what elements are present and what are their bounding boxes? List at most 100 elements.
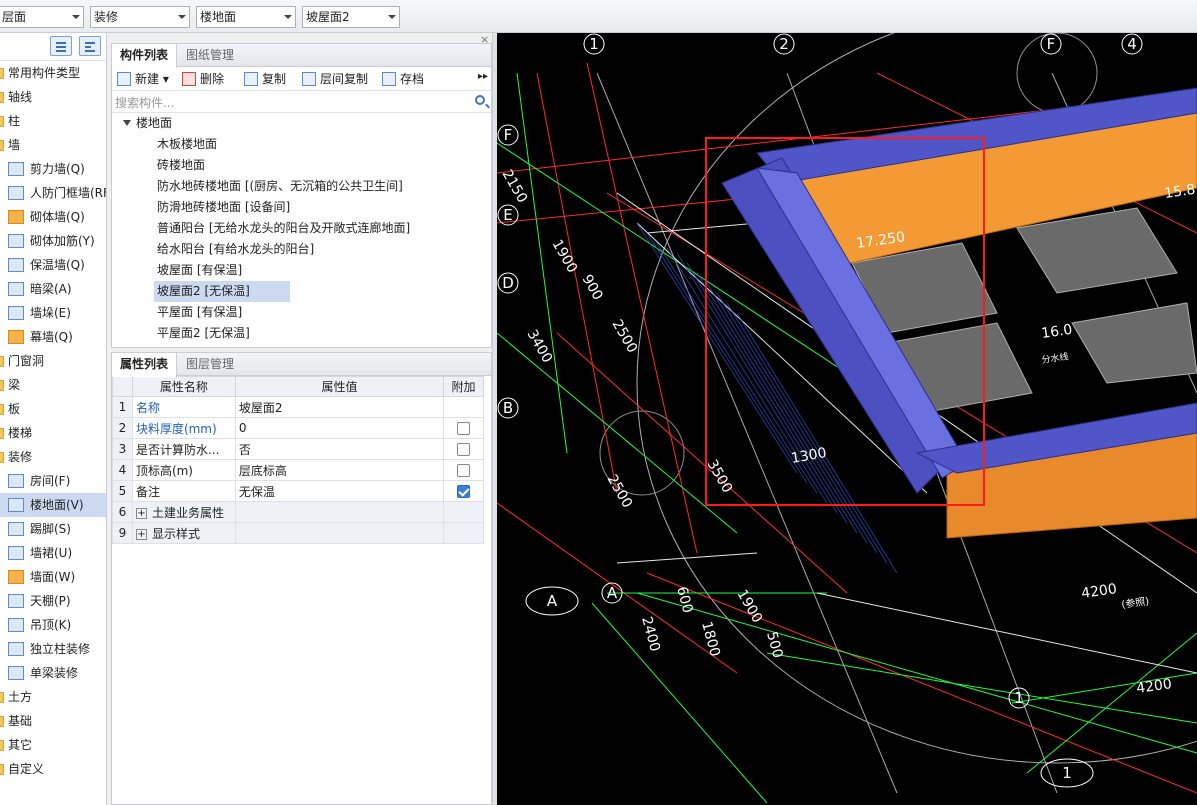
component-item-label: 防滑地砖楼地面 [设备间] (157, 200, 291, 214)
nav-item[interactable]: 楼地面(V) (0, 493, 106, 517)
floor-combo[interactable]: 层面 (0, 6, 84, 28)
new-button[interactable]: 新建 ▾ (117, 70, 169, 88)
nav-item[interactable]: 吊顶(K) (0, 613, 106, 637)
nav-item[interactable]: 保温墙(Q) (0, 253, 106, 277)
search-icon[interactable] (475, 95, 485, 105)
nav-item-label: 墙垛(E) (30, 306, 71, 320)
extra-checkbox[interactable] (457, 422, 471, 435)
component-item[interactable]: 木板楼地面 (112, 134, 491, 155)
archive-button[interactable]: 存档 (382, 70, 424, 88)
floor-copy-button[interactable]: 层间复制 (302, 70, 368, 88)
extra-checkbox[interactable] (457, 443, 471, 456)
nav-item[interactable]: 常用构件类型 (0, 61, 106, 85)
nav-item[interactable]: 暗梁(A) (0, 277, 106, 301)
property-name: + 显示样式 (131, 522, 236, 544)
tab-drawing-management[interactable]: 图纸管理 (178, 44, 242, 67)
nav-item[interactable]: 幕墙(Q) (0, 325, 106, 349)
type-combo-value: 楼地面 (200, 10, 237, 24)
nav-item[interactable]: 轴线 (0, 85, 106, 109)
component-item[interactable]: 坡屋面 [有保温] (112, 260, 491, 281)
property-row[interactable]: 2 块料厚度(mm) 0 (112, 417, 484, 439)
cad-3d-viewport[interactable]: 1 2 F 4 F E D B A A 1 1 2150 1900 900 25… (497, 33, 1197, 805)
property-value[interactable]: 0 (234, 417, 445, 439)
expand-icon[interactable]: + (135, 507, 147, 519)
property-row[interactable]: 1 名称 坡屋面2 (112, 396, 484, 418)
property-value[interactable] (234, 522, 445, 544)
nav-item-label: 房间(F) (30, 474, 71, 488)
nav-item[interactable]: 板 (0, 397, 106, 421)
component-item[interactable]: 平屋面 [有保温] (112, 302, 491, 323)
nav-item[interactable]: 基础 (0, 709, 106, 733)
floor-combo-value: 层面 (2, 10, 27, 24)
tab-property-list[interactable]: 属性列表 (112, 353, 178, 377)
nav-item[interactable]: 踢脚(S) (0, 517, 106, 541)
property-value[interactable] (234, 501, 445, 523)
nav-item[interactable]: 梁 (0, 373, 106, 397)
property-value[interactable]: 坡屋面2 (234, 396, 445, 418)
copy-button[interactable]: 复制 (244, 70, 286, 88)
nav-item[interactable]: 砌体墙(Q) (0, 205, 106, 229)
property-row[interactable]: 4 顶标高(m) 层底标高 (112, 459, 484, 481)
expand-icon[interactable]: + (135, 528, 147, 540)
extra-checkbox[interactable] (457, 464, 471, 477)
cad-canvas[interactable]: 1 2 F 4 F E D B A A 1 1 2150 1900 900 25… (497, 33, 1197, 805)
property-value[interactable]: 否 (234, 438, 445, 460)
component-item[interactable]: 给水阳台 [有给水龙头的阳台] (112, 239, 491, 260)
component-item[interactable]: 普通阳台 [无给水龙头的阳台及开敞式连廊地面] (112, 218, 491, 239)
delete-button[interactable]: 删除 (182, 70, 224, 88)
component-item[interactable]: 防滑地砖楼地面 [设备间] (112, 197, 491, 218)
component-combo[interactable]: 坡屋面2 (302, 6, 400, 28)
nav-item[interactable]: 天棚(P) (0, 589, 106, 613)
extra-checkbox[interactable] (457, 485, 471, 498)
nav-item-label: 轴线 (8, 90, 33, 104)
property-row[interactable]: 6 + 土建业务属性 (112, 501, 484, 523)
nav-item[interactable]: 楼梯 (0, 421, 106, 445)
nav-item[interactable]: 柱 (0, 109, 106, 133)
component-item[interactable]: 砖楼地面 (112, 155, 491, 176)
component-type-icon (8, 594, 24, 608)
folder-icon (0, 140, 4, 151)
property-value[interactable]: 层底标高 (234, 459, 445, 481)
property-row[interactable]: 3 是否计算防水... 否 (112, 438, 484, 460)
property-extra (443, 459, 484, 481)
nav-item[interactable]: 单梁装修 (0, 661, 106, 685)
nav-item[interactable]: 砌体加筋(Y) (0, 229, 106, 253)
nav-item[interactable]: 人防门框墙(RF (0, 181, 106, 205)
component-type-icon (8, 282, 24, 296)
nav-item[interactable]: 墙裙(U) (0, 541, 106, 565)
nav-item[interactable]: 房间(F) (0, 469, 106, 493)
nav-item[interactable]: 土方 (0, 685, 106, 709)
floor-copy-icon (302, 72, 316, 86)
nav-item[interactable]: 独立柱装修 (0, 637, 106, 661)
nav-item[interactable]: 装修 (0, 445, 106, 469)
nav-item[interactable]: 剪力墙(Q) (0, 157, 106, 181)
nav-item[interactable]: 门窗洞 (0, 349, 106, 373)
nav-item[interactable]: 墙垛(E) (0, 301, 106, 325)
tree-root[interactable]: 楼地面 (112, 113, 491, 134)
type-combo[interactable]: 楼地面 (196, 6, 296, 28)
category-combo[interactable]: 装修 (90, 6, 190, 28)
axis-label: 2 (779, 35, 789, 53)
component-item[interactable]: 平屋面2 [无保温] (112, 323, 491, 344)
list-view-icon[interactable] (50, 36, 72, 56)
folder-icon (0, 716, 4, 727)
nav-item[interactable]: 其它 (0, 733, 106, 757)
tab-component-list[interactable]: 构件列表 (112, 44, 178, 68)
detail-view-icon[interactable] (79, 36, 101, 56)
property-name-label: 顶标高(m) (135, 463, 193, 478)
more-icon[interactable]: ▸▸ (478, 71, 488, 82)
nav-item[interactable]: 墙 (0, 133, 106, 157)
component-item[interactable]: 防水地砖楼地面 [(厨房、无沉箱的公共卫生间] (112, 176, 491, 197)
component-search-input[interactable]: 搜索构件... (112, 91, 491, 113)
new-icon (117, 72, 131, 86)
component-item[interactable]: 坡屋面2 [无保温] (112, 281, 491, 302)
archive-label: 存档 (400, 72, 425, 86)
property-row[interactable]: 9 + 显示样式 (112, 522, 484, 544)
property-row[interactable]: 5 备注 无保温 (112, 480, 484, 502)
axis-label: B (503, 399, 513, 417)
nav-item[interactable]: 自定义 (0, 757, 106, 781)
tab-layer-management[interactable]: 图层管理 (178, 353, 242, 376)
nav-item[interactable]: 墙面(W) (0, 565, 106, 589)
nav-item-label: 柱 (8, 114, 21, 128)
property-value[interactable]: 无保温 (234, 480, 445, 502)
